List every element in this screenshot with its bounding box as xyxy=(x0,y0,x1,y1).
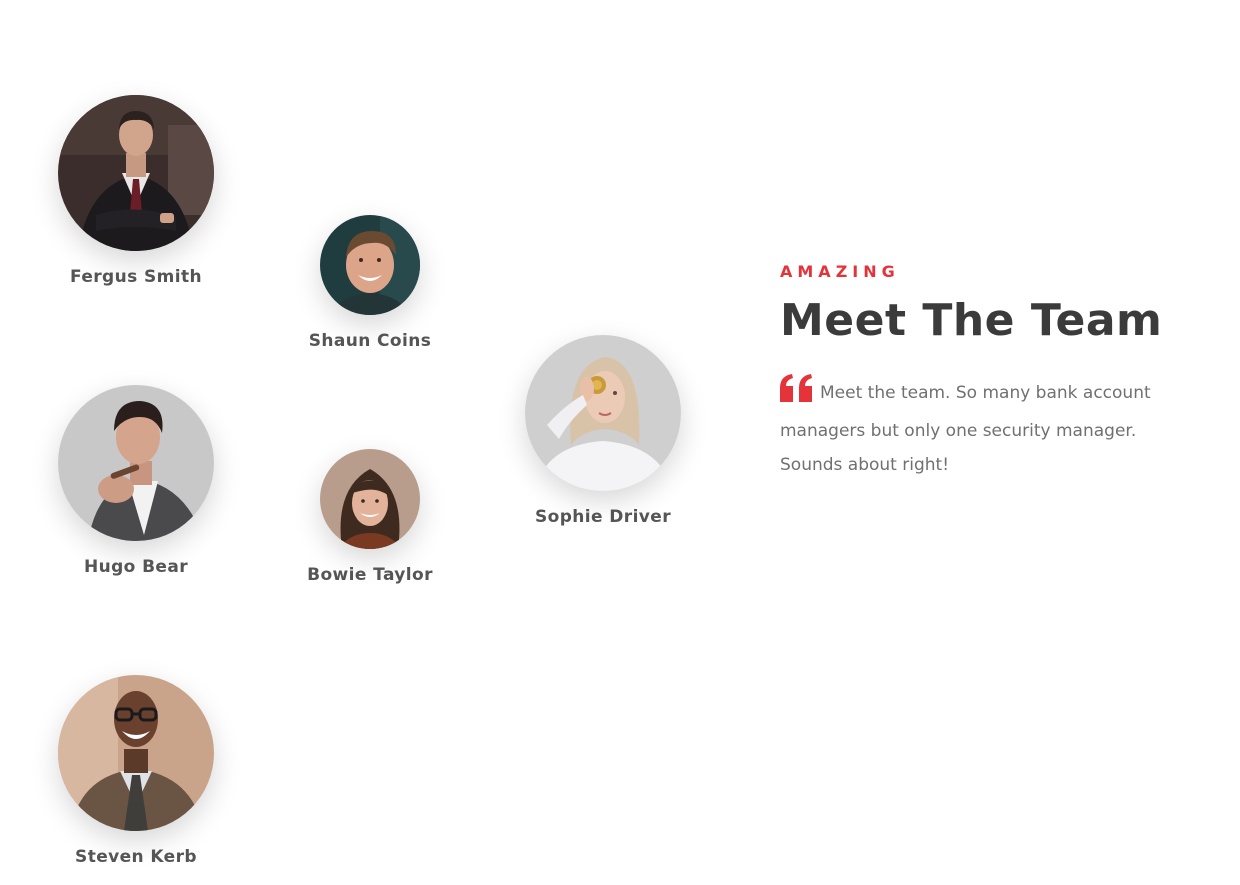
team-member-shaun[interactable]: Shaun Coins xyxy=(300,215,440,351)
avatar[interactable] xyxy=(320,215,420,315)
quote-text: Meet the team. So many bank account mana… xyxy=(780,383,1151,475)
member-name: Bowie Taylor xyxy=(307,565,433,585)
team-section: Fergus Smith Shaun Coins Hugo Bear Bowie… xyxy=(0,0,1240,885)
member-name: Sophie Driver xyxy=(535,507,671,527)
team-member-fergus[interactable]: Fergus Smith xyxy=(58,95,214,287)
member-name: Steven Kerb xyxy=(75,847,197,867)
section-eyebrow: AMAZING xyxy=(780,262,900,281)
avatar[interactable] xyxy=(58,675,214,831)
avatar[interactable] xyxy=(320,449,420,549)
avatar[interactable] xyxy=(58,95,214,251)
section-title: Meet The Team xyxy=(780,295,1163,346)
avatar[interactable] xyxy=(58,385,214,541)
member-name: Shaun Coins xyxy=(308,331,432,351)
avatar[interactable] xyxy=(525,335,681,491)
member-name: Hugo Bear xyxy=(83,557,189,577)
member-name: Fergus Smith xyxy=(70,267,202,287)
quote-icon xyxy=(780,374,814,414)
team-member-sophie[interactable]: Sophie Driver xyxy=(525,335,681,527)
team-intro: AMAZING Meet The Team Meet the team. So … xyxy=(780,262,1180,482)
team-member-steven[interactable]: Steven Kerb xyxy=(58,675,214,867)
team-member-bowie[interactable]: Bowie Taylor xyxy=(300,449,440,585)
team-member-hugo[interactable]: Hugo Bear xyxy=(58,385,214,577)
section-quote: Meet the team. So many bank account mana… xyxy=(780,374,1160,482)
